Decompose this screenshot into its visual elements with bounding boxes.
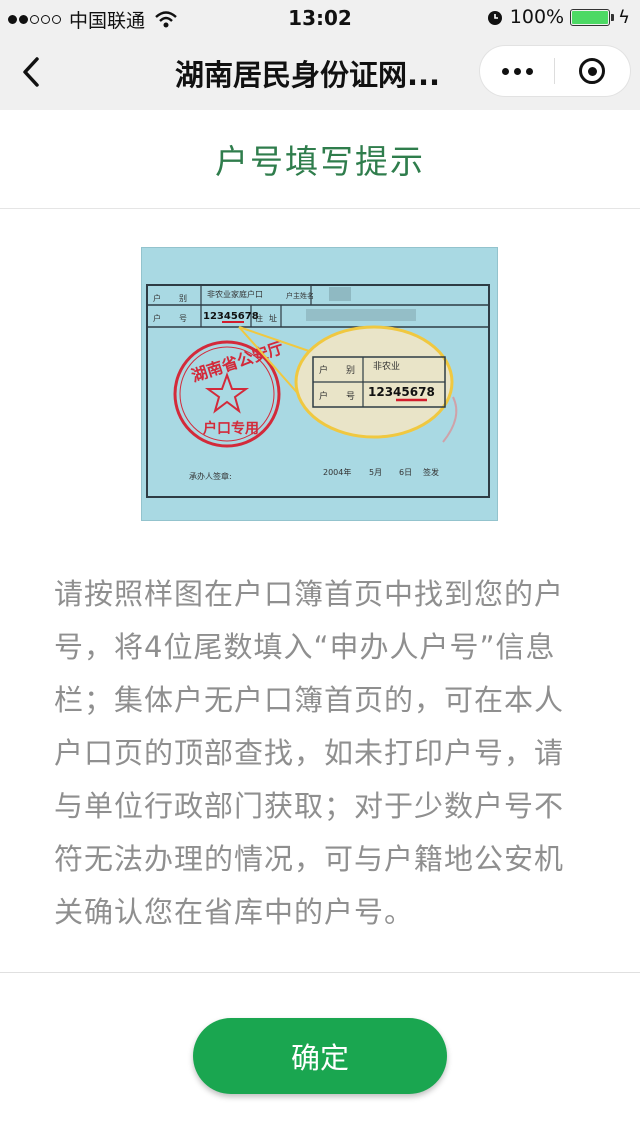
row2-value: 12345678 bbox=[203, 311, 259, 322]
row2-label-2: 号 bbox=[179, 314, 187, 323]
nav-title: 湖南居民身份证网... bbox=[175, 58, 441, 92]
row2-label-4: 址 bbox=[269, 313, 277, 323]
page-title: 户号填写提示 bbox=[215, 142, 425, 181]
signer-label: 承办人签章: bbox=[189, 471, 232, 481]
sample-register-drawing: 户 别 非农业家庭户口 户主姓名 户 号 12345678 住 址 湖南省公安厅… bbox=[140, 246, 499, 522]
zoom-label-2: 别 bbox=[346, 365, 355, 376]
row1-label-2: 别 bbox=[179, 294, 187, 303]
zoom-value-2: 12345678 bbox=[368, 385, 435, 399]
zoom-value-1: 非农业 bbox=[373, 360, 400, 372]
row1-label-3: 户主姓名 bbox=[286, 291, 314, 300]
row1-value: 非农业家庭户口 bbox=[207, 289, 263, 299]
more-button[interactable] bbox=[480, 46, 554, 96]
zoom-label-1: 户 bbox=[319, 364, 328, 376]
alarm-icon bbox=[487, 11, 502, 25]
chevron-left-icon bbox=[23, 57, 39, 87]
date-day: 6日 bbox=[399, 468, 412, 477]
row1-label-1: 户 bbox=[153, 293, 161, 303]
zoom-label-3: 户 bbox=[319, 390, 328, 402]
close-mini-program-button[interactable] bbox=[555, 46, 629, 96]
battery-fill bbox=[572, 10, 609, 24]
sample-register-image: 户 别 非农业家庭户口 户主姓名 户 号 12345678 住 址 湖南省公安厅… bbox=[140, 246, 499, 522]
status-bar: 中国联通 13:02 100% ϟ bbox=[0, 0, 640, 36]
back-button[interactable] bbox=[10, 50, 50, 94]
status-right: 100% ϟ bbox=[486, 6, 630, 28]
zoom-label-4: 号 bbox=[346, 391, 355, 402]
date-month: 5月 bbox=[369, 468, 382, 477]
date-year: 2004年 bbox=[323, 467, 351, 477]
date-action: 签发 bbox=[423, 467, 439, 477]
target-close-icon bbox=[579, 58, 605, 84]
instruction-text: 请按照样图在户口簿首页中找到您的户号，将4位尾数填入“申办人户号”信息栏；集体户… bbox=[54, 577, 565, 929]
nav-bar: 湖南居民身份证网... bbox=[0, 36, 640, 110]
row2-label-1: 户 bbox=[153, 313, 161, 323]
row2-label-3: 住 bbox=[255, 313, 263, 323]
footer-divider bbox=[0, 972, 640, 973]
battery-icon bbox=[570, 8, 615, 26]
content-area: 户号填写提示 户 别 非农业家庭户口 户主姓名 户 号 12345678 住 址 bbox=[0, 110, 640, 1138]
charging-bolt-icon: ϟ bbox=[618, 6, 630, 28]
confirm-button[interactable]: 确定 bbox=[193, 1018, 447, 1094]
stamp-bottom-text: 户口专用 bbox=[203, 420, 259, 437]
battery-percent: 100% bbox=[509, 6, 565, 28]
more-icon bbox=[501, 67, 533, 75]
mini-program-capsule bbox=[480, 46, 630, 96]
page-header: 户号填写提示 bbox=[0, 110, 640, 209]
